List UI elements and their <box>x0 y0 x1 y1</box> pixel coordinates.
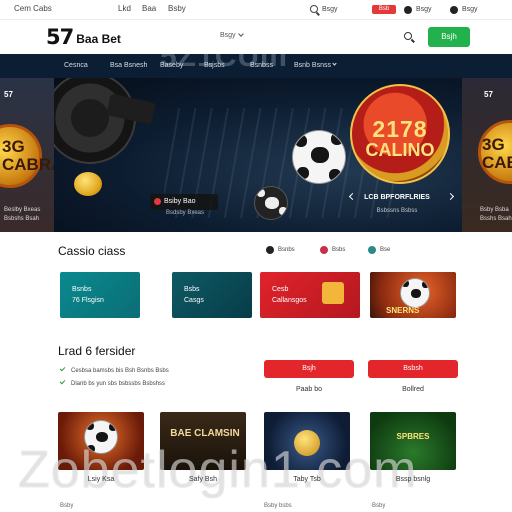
site-logo[interactable]: 57 Baa Bet <box>46 24 121 50</box>
category-card[interactable]: Cesb Callansgos <box>260 272 360 318</box>
lock-icon <box>322 282 344 304</box>
nav-item-6[interactable]: Bsnb Bsnss <box>294 61 337 69</box>
slide-next-title: 3G CABR <box>482 135 512 172</box>
site-header: 57 Baa Bet Bsgy Bsjh <box>0 20 512 54</box>
secondary-action-caption: Bollred <box>402 386 424 393</box>
hero-carousel: 57 3G CABRA Beslby Bxeas Bsbshs Bsah Bsi… <box>0 78 512 232</box>
hero-cta-label: Bsiby Bao <box>164 198 196 205</box>
filter-chip-2[interactable]: Bsbs <box>320 244 345 256</box>
account-icon <box>450 6 458 14</box>
soccer-ball-icon <box>292 130 346 184</box>
category-card-text: Bsbs Casgs <box>184 286 204 304</box>
site-watermark: Zobetlogin1.com <box>18 441 418 499</box>
feature-item-text: Cesbsa bamsbs bis Bsh Bsnbs Bsbs <box>71 368 169 374</box>
main-nav: 5Z1CUIII Cesnca Bsa Bsnesh Baseby Bsjsbs… <box>0 54 512 78</box>
soccer-ball-icon <box>400 278 430 308</box>
feature-item: Cesbsa bamsbs bis Bsh Bsnbs Bsbs <box>59 365 169 374</box>
hero-cta-button[interactable]: Bsiby Bao <box>150 194 218 210</box>
filter-chip-1[interactable]: Bsnbs <box>266 244 295 256</box>
casino-section-title: Cassio ciass <box>58 244 126 258</box>
filter-chip-3-label: Bse <box>380 247 391 253</box>
topbar-pill-1[interactable]: Bsgy <box>404 5 432 15</box>
search-icon-handle <box>411 38 415 43</box>
topbar-badge[interactable]: Bsb <box>372 5 396 14</box>
check-icon <box>59 378 66 385</box>
topbar-link-3[interactable]: Bsby <box>168 4 186 13</box>
feature-item-text: Dlanb bs yun sbs bsbssbs Bsbshss <box>71 381 166 387</box>
category-card-text: Bsnbs 76 Flsgisn <box>72 286 104 304</box>
footer-link-1[interactable]: Bsby <box>60 503 73 509</box>
nav-item-4[interactable]: Bsjsbs <box>204 62 225 69</box>
header-select-label: Bsgy <box>220 32 236 39</box>
game-tile-caption: Bssp bsnlg <box>395 476 431 483</box>
user-icon <box>404 6 412 14</box>
slide-prev-caption: Beslby Bxeas Bsbshs Bsah <box>4 207 41 222</box>
topbar-pill-2[interactable]: Bsgy <box>450 5 478 15</box>
category-card-text: Cesb Callansgos <box>272 286 307 304</box>
game-tile-caption: Lsiy Ksa <box>87 476 115 483</box>
latest-section-title: Lrad 6 fersider <box>58 344 136 358</box>
slide-next-caption: Bsby Bsba Bsshs Bsah <box>480 207 512 222</box>
topbar-brand[interactable]: Cem Cabs <box>14 4 52 13</box>
header-select[interactable]: Bsgy <box>220 31 244 39</box>
feature-item: Dlanb bs yun sbs bsbssbs Bsbshss <box>59 378 166 387</box>
game-tile-caption: Safy Bsh <box>188 476 217 483</box>
top-utility-bar: Cem Cabs Lkd Baa Bsby Bsgy Bsb Bsgy Bsgy <box>0 0 512 20</box>
topbar-search-label: Bsgy <box>322 6 338 13</box>
nav-item-1[interactable]: Cesnca <box>64 62 88 69</box>
chevron-down-icon <box>332 61 337 66</box>
slots-icon <box>266 246 274 254</box>
nav-item-5[interactable]: Bsnbss <box>250 62 273 69</box>
hero-cta-subtext: Bsdsby Bxeas <box>166 210 205 216</box>
primary-action-caption: Paab bo <box>295 386 323 393</box>
emblem-caption: LCB BPFORFLRIES <box>364 194 430 201</box>
live-icon <box>320 246 328 254</box>
hero-slide-next[interactable]: 57 3G CABR Bsby Bsba Bsshs Bsah <box>462 78 512 232</box>
logo-number: 57 <box>46 25 74 49</box>
category-card[interactable]: Bsnbs 76 Flsgisn <box>60 272 140 318</box>
chevron-down-icon <box>237 31 244 37</box>
topbar-link-2[interactable]: Baa <box>142 4 156 13</box>
slide-prev-top: 57 <box>4 90 13 99</box>
footer-link-2[interactable]: Bsby bsbs <box>264 503 292 509</box>
game-tile-caption: Taby Tsb <box>293 476 321 483</box>
topbar-search[interactable]: Bsgy <box>310 3 364 16</box>
search-icon <box>310 5 318 13</box>
slide-next-top: 57 <box>484 90 493 99</box>
nav-item-6-label: Bsnb Bsnss <box>294 62 331 69</box>
sports-icon <box>368 246 376 254</box>
footer-link-3[interactable]: Bsby <box>372 503 385 509</box>
logo-name: Baa Bet <box>76 32 121 46</box>
filter-chip-2-label: Bsbs <box>332 247 346 253</box>
filter-chip-1-label: Bsnbs <box>278 247 295 253</box>
emblem-subtext: Bsbssns Bsbss <box>376 208 418 214</box>
filter-chip-3[interactable]: Bse <box>368 244 390 256</box>
category-card[interactable]: SNERNS <box>370 272 456 318</box>
category-card-text: SNERNS <box>386 306 420 315</box>
search-button[interactable] <box>404 32 415 43</box>
emblem-number: 2178 <box>372 116 428 142</box>
nav-item-2[interactable]: Bsa Bsnesh <box>110 62 147 69</box>
topbar-pill-2-label: Bsgy <box>462 6 478 13</box>
roulette-wheel-icon <box>54 78 136 164</box>
topbar-pill-1-label: Bsgy <box>416 6 432 13</box>
soccer-ball-small-icon <box>254 186 288 220</box>
primary-action-button[interactable]: Bsjh <box>264 360 354 378</box>
hero-slide-prev[interactable]: 57 3G CABRA Beslby Bxeas Bsbshs Bsah <box>0 78 63 232</box>
topbar-link-1[interactable]: Lkd <box>118 4 131 13</box>
gold-coin-icon <box>74 172 102 196</box>
login-button[interactable]: Bsjh <box>428 27 470 47</box>
hero-slide-main[interactable]: Bsiby Bao Bsdsby Bxeas 2178 CALINO LCB B… <box>54 78 462 232</box>
game-tile-title: BAE CLAMSIN <box>170 428 240 439</box>
category-card[interactable]: Bsbs Casgs <box>172 272 252 318</box>
emblem-word: CALINO <box>365 140 435 160</box>
check-icon <box>59 365 66 372</box>
play-icon <box>154 198 161 205</box>
nav-item-3[interactable]: Baseby <box>160 62 183 69</box>
secondary-action-button[interactable]: Bsbsh <box>368 360 458 378</box>
